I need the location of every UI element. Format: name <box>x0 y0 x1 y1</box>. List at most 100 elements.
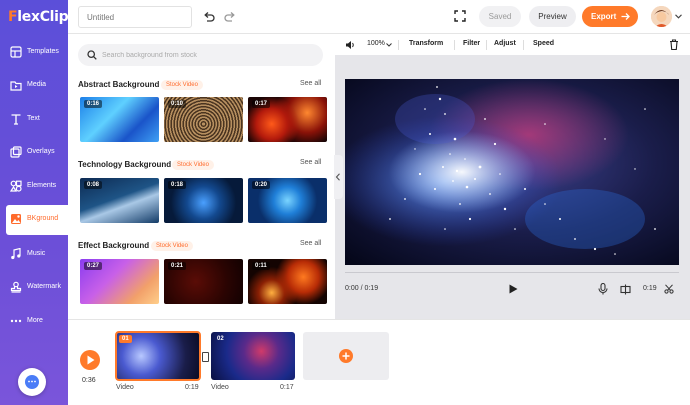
thumbnail-abstract-2[interactable]: 0:10 <box>164 97 243 142</box>
sidebar-item-bkground[interactable]: BKground <box>6 205 68 235</box>
volume-icon[interactable] <box>345 40 356 50</box>
sidebar-item-overlays[interactable]: Overlays <box>0 138 68 168</box>
filter-button[interactable]: Filter <box>463 40 480 47</box>
fullscreen-icon[interactable] <box>454 10 466 22</box>
chevron-left-icon <box>335 173 340 181</box>
sidebar-item-label: Text <box>27 115 40 122</box>
project-title-input[interactable] <box>78 6 192 28</box>
stock-video-badge: Stock Video <box>161 80 203 90</box>
transform-button[interactable]: Transform <box>409 40 443 47</box>
sidebar-item-watermark[interactable]: Watermark <box>0 273 68 303</box>
saved-button[interactable]: Saved <box>479 6 521 27</box>
clip-duration: 0:17 <box>280 384 294 391</box>
sidebar-item-label: Overlays <box>27 148 55 155</box>
chevron-down-icon[interactable] <box>386 43 392 47</box>
sidebar-item-more[interactable]: More <box>0 307 68 337</box>
clip-number: 01 <box>119 335 132 343</box>
section-title-technology: Technology Background <box>78 160 172 169</box>
thumbnail-effect-2[interactable]: 0:21 <box>164 259 243 304</box>
video-canvas[interactable] <box>345 79 679 265</box>
thumbnail-effect-3[interactable]: 0:11 <box>248 259 327 304</box>
play-icon <box>87 355 95 365</box>
play-icon[interactable] <box>508 284 518 294</box>
preview-area: 100% Transform Filter Adjust Speed 0:00 … <box>335 35 690 319</box>
sidebar-item-label: Music <box>27 250 46 257</box>
media-icon <box>10 81 22 91</box>
see-all-effect-link[interactable]: See all <box>300 240 321 247</box>
duration-label: 0:27 <box>84 262 103 270</box>
microphone-icon[interactable] <box>598 283 608 295</box>
adjust-button[interactable]: Adjust <box>494 40 516 47</box>
sidebar-item-label: BKground <box>27 215 59 222</box>
timeline-clip-1[interactable]: 01 <box>115 331 201 381</box>
transition-button[interactable] <box>202 352 209 362</box>
thumbnail-technology-1[interactable]: 0:08 <box>80 178 159 223</box>
templates-icon <box>10 46 22 58</box>
thumbnail-effect-1[interactable]: 0:27 <box>80 259 159 304</box>
sidebar-item-text[interactable]: Text <box>0 105 68 135</box>
divider <box>454 40 455 50</box>
overlays-icon <box>10 146 22 158</box>
editor-toolbar: 100% Transform Filter Adjust Speed <box>335 35 690 55</box>
add-clip-button[interactable] <box>303 332 389 380</box>
aspect-ratio-icon[interactable] <box>620 284 631 295</box>
section-title-effect: Effect Background <box>78 241 150 250</box>
more-icon <box>10 319 22 323</box>
sidebar-item-label: Elements <box>27 182 57 189</box>
export-button[interactable]: Export <box>582 6 638 27</box>
thumbnail-technology-2[interactable]: 0:18 <box>164 178 243 223</box>
duration-label: 0:21 <box>168 262 187 270</box>
thumbnail-technology-3[interactable]: 0:20 <box>248 178 327 223</box>
duration-label: 0:20 <box>252 181 271 189</box>
flexclip-logo[interactable]: FlexClip <box>8 9 69 25</box>
top-bar: Saved Preview Export <box>68 0 690 34</box>
time-display: 0:00 / 0:19 <box>345 285 379 292</box>
see-all-technology-link[interactable]: See all <box>300 159 321 166</box>
sidebar-item-media[interactable]: Media <box>0 71 68 101</box>
divider <box>398 40 399 50</box>
watermark-icon <box>10 281 22 293</box>
duration-label: 0:11 <box>252 262 270 270</box>
zoom-select[interactable]: 100% <box>367 40 385 47</box>
sidebar-item-label: Media <box>27 81 47 88</box>
arrow-right-icon <box>621 13 630 20</box>
chat-dots-icon <box>28 380 36 383</box>
space-nebula-video-frame <box>345 79 679 265</box>
logo-letter: F <box>8 9 18 25</box>
clip-label: Video <box>211 384 229 391</box>
divider <box>523 40 524 50</box>
user-avatar-icon <box>651 6 672 27</box>
collapse-panel-handle[interactable] <box>334 155 343 199</box>
sidebar-item-elements[interactable]: Elements <box>0 172 68 202</box>
redo-icon[interactable] <box>223 10 237 24</box>
undo-icon[interactable] <box>202 10 216 24</box>
sidebar-item-templates[interactable]: Templates <box>0 38 68 68</box>
text-icon <box>11 114 21 125</box>
scissors-icon[interactable] <box>664 284 674 294</box>
duration-label: 0:08 <box>84 181 103 189</box>
elements-icon <box>10 180 22 192</box>
thumbnail-abstract-1[interactable]: 0:16 <box>80 97 159 142</box>
sidebar-item-label: Templates <box>27 48 59 55</box>
chat-support-button[interactable] <box>18 368 46 396</box>
trash-icon[interactable] <box>669 39 679 50</box>
preview-button[interactable]: Preview <box>529 6 576 27</box>
play-all-button[interactable] <box>80 350 100 370</box>
music-icon <box>11 248 21 260</box>
background-icon <box>11 214 21 224</box>
sidebar: FlexClip Templates Media Text Overlays E… <box>0 0 69 405</box>
see-all-abstract-link[interactable]: See all <box>300 80 321 87</box>
duration-label: 0:17 <box>252 100 271 108</box>
avatar[interactable] <box>651 6 672 27</box>
timeline-clip-2[interactable]: 02 <box>211 332 295 380</box>
stock-video-badge: Stock Video <box>151 241 193 251</box>
export-label: Export <box>591 12 617 21</box>
timeline-panel: 0:36 01 Video 0:19 02 Video 0:17 <box>68 319 690 405</box>
sidebar-item-label: Watermark <box>27 283 61 290</box>
chevron-down-icon[interactable] <box>675 14 682 19</box>
thumbnail-abstract-3[interactable]: 0:17 <box>248 97 327 142</box>
sidebar-item-music[interactable]: Music <box>0 240 68 270</box>
playback-progress-bar[interactable] <box>345 272 679 273</box>
speed-button[interactable]: Speed <box>533 40 554 47</box>
search-input[interactable] <box>102 44 317 66</box>
